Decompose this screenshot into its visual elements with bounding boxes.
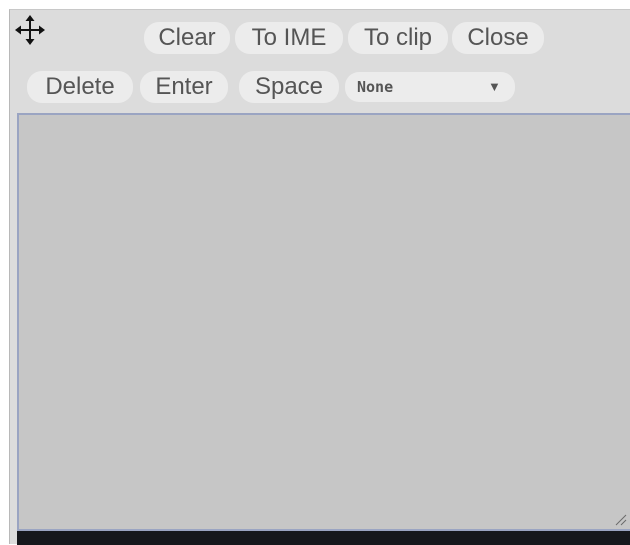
move-icon[interactable] <box>14 14 46 46</box>
to-clip-button[interactable]: To clip <box>348 22 448 54</box>
to-ime-button[interactable]: To IME <box>235 22 343 54</box>
bottom-border-bar <box>17 531 630 545</box>
ime-helper-panel: Clear To IME To clip Close Delete Enter … <box>9 9 630 545</box>
mode-select[interactable]: None ▼ <box>345 72 515 102</box>
close-button[interactable]: Close <box>452 22 544 54</box>
mode-select-value: None <box>357 78 394 96</box>
chevron-down-icon: ▼ <box>488 79 501 94</box>
clear-button[interactable]: Clear <box>144 22 230 54</box>
delete-button[interactable]: Delete <box>27 71 133 103</box>
resize-grip-icon[interactable] <box>615 513 627 526</box>
space-button[interactable]: Space <box>239 71 339 103</box>
enter-button[interactable]: Enter <box>140 71 228 103</box>
text-input-area[interactable] <box>17 113 630 531</box>
